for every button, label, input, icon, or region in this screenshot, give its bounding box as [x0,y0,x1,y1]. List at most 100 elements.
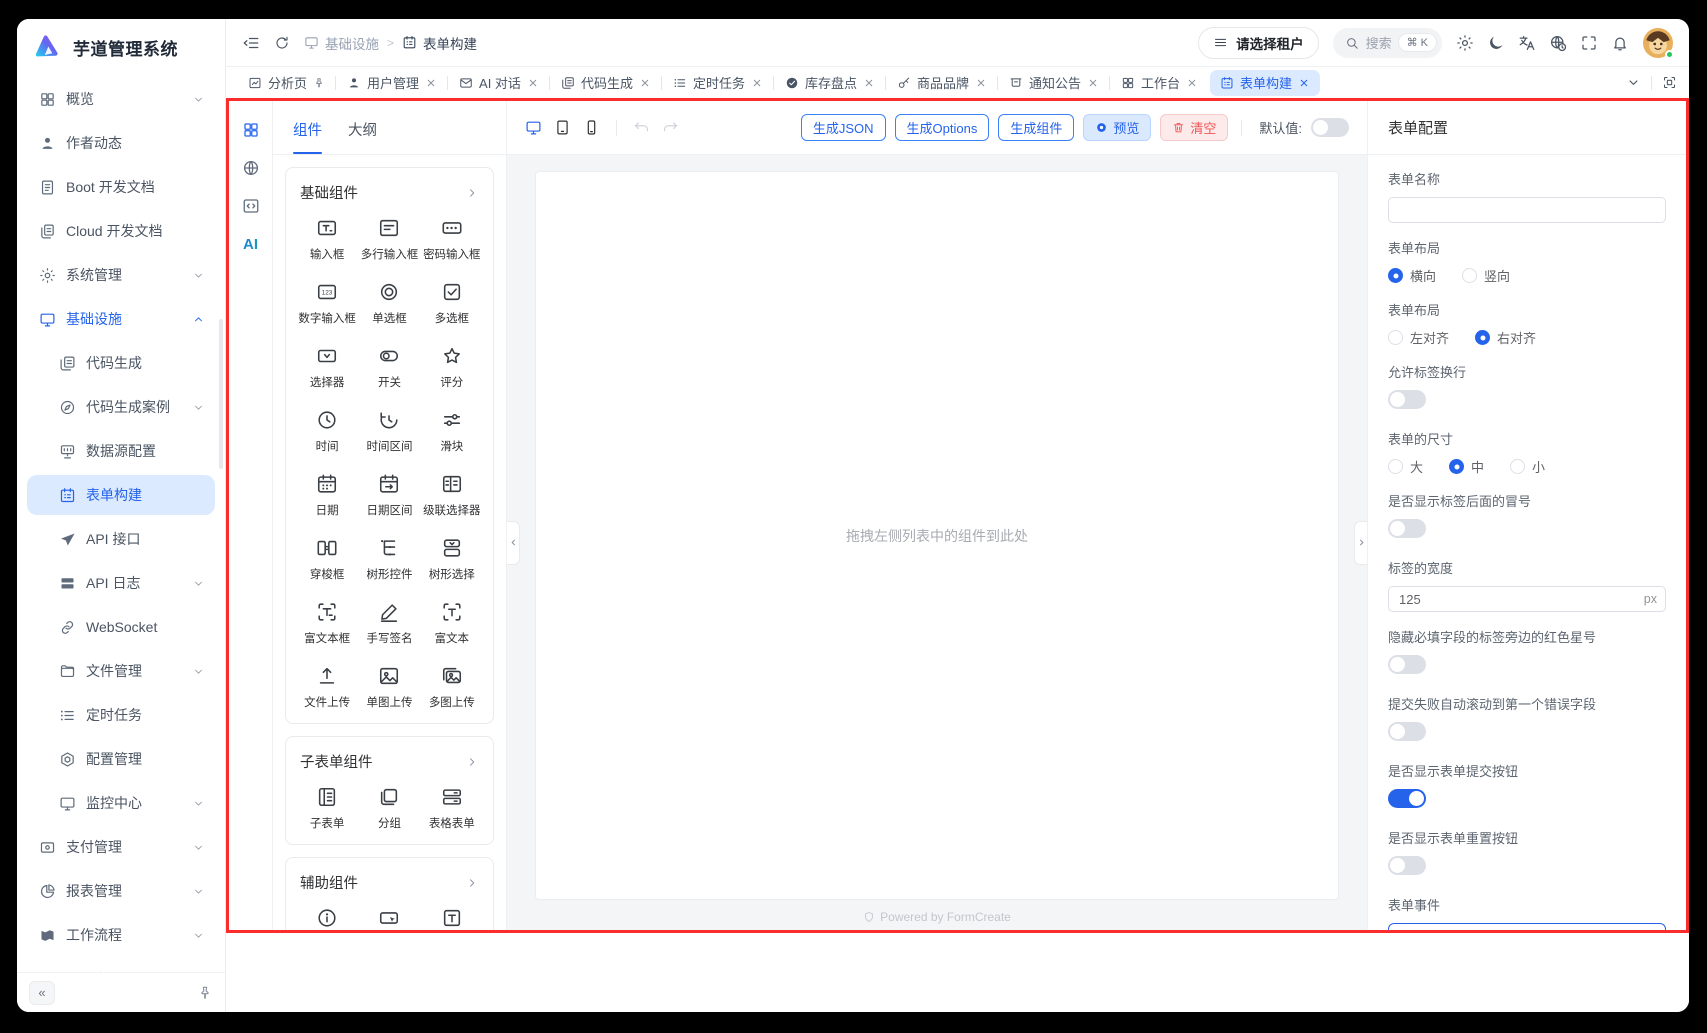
generate-json-button[interactable]: 生成JSON [801,114,886,141]
tab-form-builder[interactable]: 表单构建 [1210,70,1320,96]
tab-components[interactable]: 组件 [293,119,322,144]
label-width-input[interactable] [1388,586,1666,612]
tab-close-icon[interactable] [425,77,437,89]
fullscreen-button[interactable] [1580,34,1598,52]
sidebar-toggle-icon[interactable] [242,34,260,52]
sidebar-pin-icon[interactable] [197,985,213,1001]
content-fullscreen-icon[interactable] [1662,75,1677,90]
show-submit-toggle[interactable] [1388,789,1426,808]
component-item[interactable]: 滑块 [421,399,483,463]
component-item[interactable]: 日期区间 [358,463,420,527]
component-item[interactable]: 时间 [296,399,358,463]
component-item[interactable]: 选择器 [296,335,358,399]
sidebar-item-monitor-center[interactable]: 监控中心 [27,783,215,823]
tab-close-icon[interactable] [975,77,987,89]
sidebar-item-scheduled-tasks[interactable]: 定时任务 [27,695,215,735]
sidebar-item-code-gen-demo[interactable]: 代码生成案例 [27,387,215,427]
sidebar-item-datasource[interactable]: 数据源配置 [27,431,215,471]
sidebar-item-overview[interactable]: 概览 [27,79,215,119]
component-item[interactable]: 开关 [358,335,420,399]
component-item[interactable]: 表格表单 [421,776,483,840]
settings-button[interactable] [1456,34,1474,52]
dark-mode-button[interactable] [1487,34,1505,52]
sidebar-item-api-interface[interactable]: API 接口 [27,519,215,559]
clear-button[interactable]: 清空 [1160,114,1228,141]
scroll-error-toggle[interactable] [1388,722,1426,741]
tab-notice[interactable]: 通知公告 [999,70,1109,96]
tab-pin-icon[interactable] [313,77,325,89]
sidebar-item-api-log[interactable]: API 日志 [27,563,215,603]
chevron-right-icon[interactable] [465,876,479,890]
tab-close-icon[interactable] [751,77,763,89]
component-item[interactable]: 子表单 [296,776,358,840]
tab-inventory-check[interactable]: 库存盘点 [775,70,885,96]
tab-analysis-page[interactable]: 分析页 [238,70,335,96]
user-avatar[interactable] [1643,28,1673,58]
ai-view-button[interactable]: AI [236,229,266,259]
component-item[interactable]: 穿梭框 [296,527,358,591]
component-item[interactable]: 评分 [421,335,483,399]
refresh-icon[interactable] [274,35,290,51]
tab-close-icon[interactable] [1298,77,1310,89]
generate-options-button[interactable]: 生成Options [895,114,990,141]
components-view-button[interactable] [236,115,266,145]
radio-option[interactable]: 大 [1388,457,1423,476]
component-item[interactable]: 提示 [296,897,358,930]
sidebar-item-author[interactable]: 作者动态 [27,123,215,163]
sidebar-scrollbar-thumb[interactable] [219,319,223,469]
component-item[interactable]: 时间区间 [358,399,420,463]
component-item[interactable]: 富文本框 [296,591,358,655]
component-item[interactable]: 多选框 [421,271,483,335]
radio-option[interactable]: 左对齐 [1388,328,1449,347]
collapse-left-panel-handle[interactable] [507,521,520,565]
redo-icon[interactable] [662,119,679,136]
component-item[interactable]: 多行输入框 [358,207,420,271]
component-item[interactable]: 手写签名 [358,591,420,655]
code-view-button[interactable] [236,191,266,221]
undo-icon[interactable] [633,119,650,136]
hide-star-toggle[interactable] [1388,655,1426,674]
default-value-toggle[interactable] [1311,118,1349,137]
desktop-view-icon[interactable] [525,119,542,136]
component-item[interactable]: 树形控件 [358,527,420,591]
sidebar-item-code-gen[interactable]: 代码生成 [27,343,215,383]
tab-user-management[interactable]: 用户管理 [337,70,447,96]
tab-code-generation[interactable]: 代码生成 [551,70,661,96]
tab-close-icon[interactable] [1087,77,1099,89]
tab-outline[interactable]: 大纲 [348,119,377,144]
sidebar-item-infra[interactable]: 基础设施 [27,299,215,339]
radio-option[interactable]: 竖向 [1462,266,1510,285]
component-item[interactable]: 多图上传 [421,655,483,719]
chevron-right-icon[interactable] [465,186,479,200]
component-item[interactable]: 树形选择 [421,527,483,591]
radio-option[interactable]: 中 [1449,457,1484,476]
global-search[interactable]: 搜索 ⌘ K [1333,28,1442,58]
form-drop-zone[interactable]: 拖拽左侧列表中的组件到此处 [535,171,1339,900]
component-item[interactable]: 日期 [296,463,358,527]
label-wrap-toggle[interactable] [1388,390,1426,409]
tablet-view-icon[interactable] [554,119,571,136]
show-reset-toggle[interactable] [1388,856,1426,875]
app-logo[interactable]: 芋道管理系统 [17,19,225,75]
component-item[interactable]: 单图上传 [358,655,420,719]
tabs-more-icon[interactable] [1626,75,1641,90]
sidebar-item-cloud-docs[interactable]: Cloud 开发文档 [27,211,215,251]
component-item[interactable]: 文字 [421,897,483,930]
radio-option[interactable]: 横向 [1388,266,1436,285]
sidebar-item-websocket[interactable]: WebSocket [27,607,215,647]
collapse-right-panel-handle[interactable] [1354,521,1367,565]
globe-view-button[interactable] [236,153,266,183]
component-item[interactable]: 123 数字输入框 [296,271,358,335]
sidebar-item-file-management[interactable]: 文件管理 [27,651,215,691]
tab-close-icon[interactable] [527,77,539,89]
component-item[interactable]: 文件上传 [296,655,358,719]
tab-scheduled-tasks[interactable]: 定时任务 [663,70,773,96]
breadcrumb-item-infra[interactable]: 基础设施 [304,33,379,53]
component-item[interactable]: 密码输入框 [421,207,483,271]
sidebar-item-workflow[interactable]: 工作流程 [27,915,215,955]
sidebar-item-config[interactable]: 配置管理 [27,739,215,779]
tab-product-brand[interactable]: 商品品牌 [887,70,997,96]
chevron-right-icon[interactable] [465,755,479,769]
component-item[interactable]: 分组 [358,776,420,840]
locale-clock-button[interactable] [1549,34,1567,52]
